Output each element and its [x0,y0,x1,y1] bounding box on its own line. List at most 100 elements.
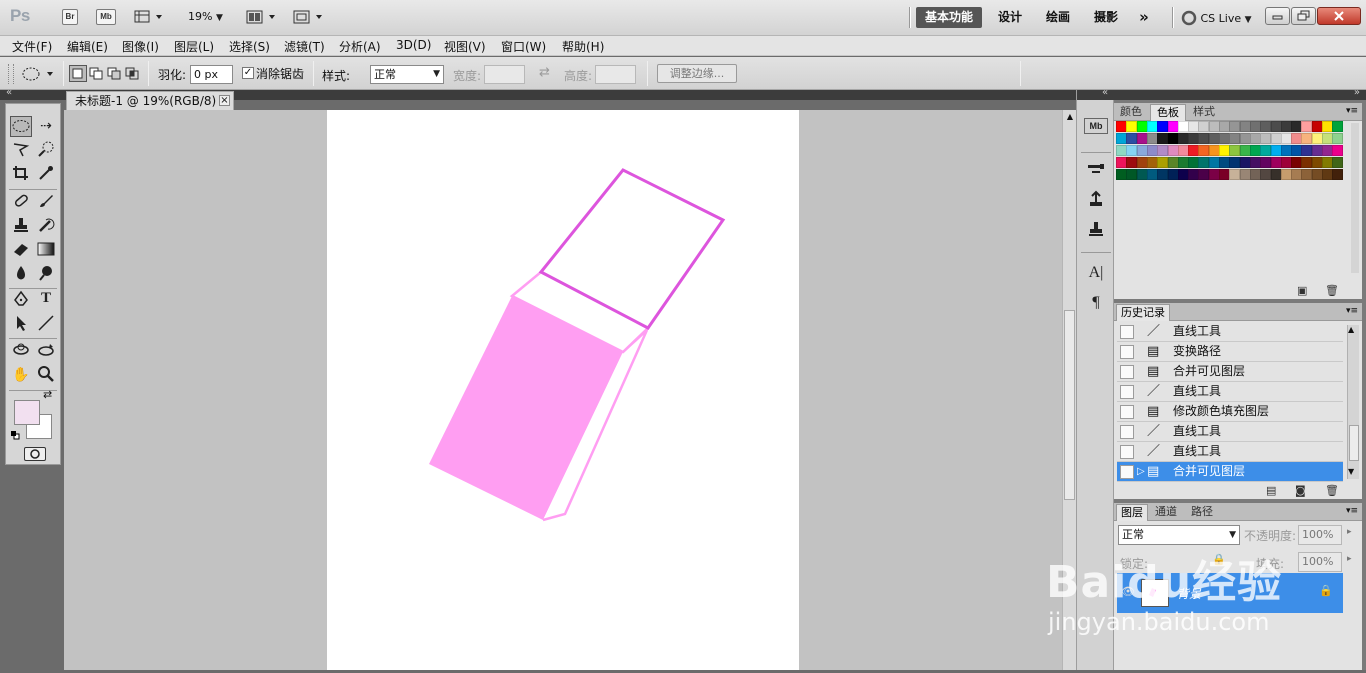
tab-color[interactable]: 颜色 [1116,104,1146,121]
view-extras-dropdown[interactable] [134,9,164,25]
menu-analysis[interactable]: 分析(A) [339,38,381,55]
default-colors-icon[interactable] [11,429,20,440]
antialias-checkbox[interactable]: ✓ [242,67,254,79]
spot-healing-tool[interactable] [10,192,32,213]
history-item[interactable]: ▤ 变换路径 [1117,342,1343,362]
blur-tool[interactable] [10,264,32,285]
menu-help[interactable]: 帮助(H) [562,38,604,55]
history-snapshot-checkbox[interactable] [1120,425,1134,439]
path-selection-tool[interactable] [10,314,32,335]
tool-preset-picker[interactable] [20,65,60,83]
tool-presets-icon[interactable] [1084,220,1108,242]
history-snapshot-checkbox[interactable] [1120,345,1134,359]
panel-menu-icon[interactable]: ▾≡ [1346,106,1358,116]
minimize-button[interactable] [1265,7,1290,25]
workspace-photography[interactable]: 摄影 [1086,7,1126,28]
cs-live-button[interactable]: CS Live ▼ [1181,10,1252,26]
new-selection-button[interactable] [69,65,87,82]
history-brush-tool[interactable] [35,216,57,237]
tab-channels[interactable]: 通道 [1150,504,1182,521]
close-tab-icon[interactable]: × [219,95,230,106]
crop-tool[interactable] [10,164,32,185]
panels-header[interactable]: » [1114,87,1366,100]
zoom-level-dropdown[interactable]: 19% ▼ [188,10,223,23]
scroll-thumb[interactable] [1064,310,1075,500]
history-snapshot-checkbox[interactable] [1120,365,1134,379]
opacity-input[interactable]: 100% [1298,525,1342,545]
history-item[interactable]: ／直线工具 [1117,422,1343,442]
new-document-from-state-icon[interactable]: ▤ [1266,484,1276,497]
color-swatch[interactable] [1332,169,1344,180]
delete-state-icon[interactable]: 🗑 [1325,484,1339,497]
close-window-button[interactable] [1317,7,1361,25]
line-tool[interactable] [35,314,57,335]
restore-button[interactable] [1291,7,1316,25]
move-tool[interactable]: ⇢ [35,116,57,137]
tab-history[interactable]: 历史记录 [1116,304,1170,321]
swap-colors-icon[interactable]: ⇄ [43,388,52,401]
brush-presets-icon[interactable] [1084,160,1108,182]
scroll-thumb[interactable] [1349,425,1359,461]
zoom-tool[interactable] [35,365,57,386]
style-select[interactable]: 正常 ▼ [370,65,444,84]
history-snapshot-checkbox[interactable] [1120,325,1134,339]
menu-file[interactable]: 文件(F) [12,38,52,55]
scroll-down-icon[interactable]: ▼ [1348,467,1354,476]
foreground-color-swatch-top[interactable] [14,400,40,425]
history-state-slider-icon[interactable]: ▷ [1137,462,1145,481]
menu-3d[interactable]: 3D(D) [396,38,431,52]
document-canvas[interactable] [327,110,799,670]
swap-icon[interactable]: ⇄ [539,65,550,80]
dock-header[interactable]: « [1077,87,1114,100]
tab-layers[interactable]: 图层 [1116,504,1148,521]
quick-selection-tool[interactable] [35,140,57,161]
quick-mask-button[interactable] [24,447,46,461]
workspace-essentials[interactable]: 基本功能 [916,7,982,28]
eyedropper-tool[interactable] [35,164,57,185]
color-swatch[interactable] [1332,133,1344,144]
blend-mode-select[interactable]: 正常 ▼ [1118,525,1240,545]
grip-handle[interactable] [8,64,14,84]
new-snapshot-icon[interactable]: ◙ [1295,484,1306,497]
history-item[interactable]: ▤ 合并可见图层 [1117,362,1343,382]
bridge-button[interactable]: Br [62,9,78,25]
history-item-selected[interactable]: ▷ ▤ 合并可见图层 [1117,462,1343,482]
menu-image[interactable]: 图像(I) [122,38,159,55]
swatches-scrollbar[interactable] [1351,123,1359,273]
more-workspaces-button[interactable]: » [1134,7,1154,28]
panel-menu-icon[interactable]: ▾≡ [1346,506,1358,516]
clone-stamp-tool[interactable] [10,216,32,237]
pen-tool[interactable] [10,290,32,311]
3d-orbit-tool[interactable] [35,341,57,362]
color-swatch[interactable] [1332,121,1344,132]
history-item[interactable]: ／直线工具 [1117,382,1343,402]
type-tool[interactable]: T [35,290,57,311]
character-panel-icon[interactable]: A| [1084,264,1108,286]
add-to-selection-button[interactable] [88,65,106,82]
width-input[interactable] [484,65,525,84]
chevron-right-icon[interactable]: ▸ [1347,527,1352,537]
paragraph-panel-icon[interactable]: ¶ [1084,294,1108,316]
scroll-up-icon[interactable]: ▲ [1348,325,1354,334]
history-item[interactable]: ／直线工具 [1117,322,1343,342]
hand-tool[interactable]: ✋ [10,365,32,386]
gradient-tool[interactable] [35,240,57,261]
scroll-up-icon[interactable]: ▲ [1064,110,1076,124]
tab-styles[interactable]: 样式 [1188,104,1220,121]
menu-layer[interactable]: 图层(L) [174,38,214,55]
clone-source-icon[interactable] [1084,190,1108,212]
color-swatch[interactable] [1332,157,1344,168]
mini-bridge-button[interactable]: Mb [96,9,116,25]
tab-swatches[interactable]: 色板 [1150,104,1186,121]
menu-filter[interactable]: 滤镜(T) [284,38,325,55]
3d-rotate-tool[interactable] [10,341,32,362]
history-snapshot-checkbox[interactable] [1120,385,1134,399]
history-item[interactable]: ／直线工具 [1117,442,1343,462]
history-snapshot-checkbox[interactable] [1120,445,1134,459]
panel-menu-icon[interactable]: ▾≡ [1346,306,1358,316]
refine-edge-button[interactable]: 调整边缘... [657,64,737,83]
menu-select[interactable]: 选择(S) [229,38,270,55]
screen-mode-dropdown[interactable] [293,9,325,25]
mini-bridge-panel-icon[interactable]: Mb [1084,118,1108,134]
workspace-painting[interactable]: 绘画 [1038,7,1078,28]
